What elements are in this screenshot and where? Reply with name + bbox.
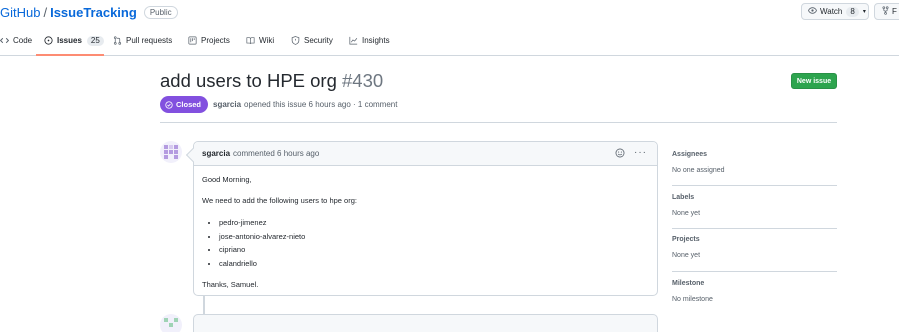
new-issue-button[interactable]: New issue bbox=[791, 73, 837, 89]
watch-button[interactable]: Watch 8 ▾ bbox=[801, 3, 869, 20]
watch-label: Watch bbox=[820, 7, 843, 16]
eye-icon bbox=[808, 7, 817, 16]
fork-label: F bbox=[892, 7, 897, 16]
list-item: jose-antonio-alvarez-nieto bbox=[219, 230, 649, 244]
comment-author-link[interactable]: sgarcia bbox=[202, 149, 230, 158]
sidebar-value: None yet bbox=[672, 252, 701, 259]
user-list: pedro-jimenez jose-antonio-alvarez-nieto… bbox=[202, 216, 649, 270]
shield-icon bbox=[291, 36, 300, 45]
header-divider bbox=[160, 122, 837, 123]
list-item: calandriello bbox=[219, 257, 649, 271]
sidebar-heading: Milestone bbox=[672, 280, 705, 287]
sidebar-milestone[interactable]: Milestone No milestone bbox=[672, 280, 837, 303]
sidebar-labels[interactable]: Labels None yet bbox=[672, 194, 837, 217]
tab-label: Security bbox=[304, 36, 333, 45]
repo-name-link[interactable]: IssueTracking bbox=[50, 5, 137, 20]
book-icon bbox=[246, 36, 255, 45]
issue-meta: Closed sgarcia opened this issue 6 hours… bbox=[160, 96, 397, 113]
issue-summary: opened this issue 6 hours ago · 1 commen… bbox=[244, 100, 398, 109]
smiley-icon[interactable] bbox=[615, 148, 625, 158]
issues-count: 25 bbox=[86, 36, 104, 46]
closed-issue-icon bbox=[165, 100, 173, 109]
timeline-line bbox=[203, 296, 205, 314]
fork-button[interactable]: F bbox=[874, 3, 899, 20]
sidebar-assignees[interactable]: Assignees No one assigned bbox=[672, 151, 837, 174]
issue-author-link[interactable]: sgarcia bbox=[213, 100, 241, 109]
repo-title: GitHub / IssueTracking Public bbox=[0, 4, 178, 20]
tab-wiki[interactable]: Wiki bbox=[246, 31, 276, 56]
issue-title: add users to HPE org #430 bbox=[160, 70, 383, 92]
tab-issues[interactable]: Issues 25 bbox=[36, 31, 104, 56]
avatar[interactable] bbox=[160, 314, 182, 332]
list-item: pedro-jimenez bbox=[219, 216, 649, 230]
list-item: cipriano bbox=[219, 243, 649, 257]
state-badge: Closed bbox=[160, 96, 209, 113]
kebab-menu-icon[interactable]: ··· bbox=[634, 148, 647, 158]
repo-owner-link[interactable]: GitHub bbox=[0, 5, 40, 20]
comment-actions: ··· bbox=[615, 148, 647, 158]
tab-label: Insights bbox=[362, 36, 390, 45]
code-icon bbox=[0, 36, 9, 45]
issue-comment: sgarcia commented 6 hours ago ··· Good M… bbox=[193, 141, 658, 296]
tab-insights[interactable]: Insights bbox=[349, 31, 393, 56]
pull-request-icon bbox=[113, 36, 122, 45]
visibility-badge: Public bbox=[143, 5, 178, 19]
tab-label: Projects bbox=[201, 36, 230, 45]
sidebar-value: None yet bbox=[672, 210, 701, 217]
tab-security[interactable]: Security bbox=[291, 31, 335, 56]
graph-icon bbox=[349, 36, 358, 45]
timeline-event bbox=[193, 314, 658, 332]
sidebar-divider bbox=[672, 271, 837, 272]
tab-projects[interactable]: Projects bbox=[188, 31, 230, 56]
repo-separator: / bbox=[43, 4, 48, 20]
sidebar-divider bbox=[672, 228, 837, 229]
comment-signoff: Thanks, Samuel. bbox=[202, 280, 259, 289]
issue-number: #430 bbox=[342, 70, 384, 91]
sidebar-heading: Projects bbox=[672, 236, 700, 243]
sidebar-divider bbox=[672, 185, 837, 186]
issue-icon bbox=[44, 36, 53, 45]
tab-label: Pull requests bbox=[126, 36, 173, 45]
comment-greeting: Good Morning, bbox=[202, 175, 252, 184]
fork-icon bbox=[882, 6, 889, 17]
sidebar-heading: Assignees bbox=[672, 151, 708, 158]
comment-header: sgarcia commented 6 hours ago ··· bbox=[194, 142, 657, 166]
tab-label: Issues bbox=[57, 36, 82, 45]
project-icon bbox=[188, 36, 197, 45]
tab-label: Code bbox=[13, 36, 33, 45]
sidebar-value: No milestone bbox=[672, 296, 713, 303]
issue-title-text: add users to HPE org bbox=[160, 70, 337, 91]
sidebar-value: No one assigned bbox=[672, 167, 725, 174]
sidebar-heading: Labels bbox=[672, 194, 695, 201]
sidebar-projects[interactable]: Projects None yet bbox=[672, 236, 837, 259]
tab-label: Wiki bbox=[259, 36, 275, 45]
watch-count: 8 bbox=[846, 6, 859, 17]
tab-code[interactable]: Code bbox=[0, 31, 33, 56]
state-label: Closed bbox=[176, 100, 202, 109]
tab-pull-requests[interactable]: Pull requests bbox=[113, 31, 181, 56]
comment-intro: We need to add the following users to hp… bbox=[202, 196, 357, 205]
avatar[interactable] bbox=[160, 141, 182, 163]
comment-body: Good Morning, We need to add the followi… bbox=[194, 166, 657, 308]
chevron-down-icon: ▾ bbox=[862, 9, 866, 15]
comment-time[interactable]: commented 6 hours ago bbox=[233, 149, 319, 158]
repo-header: GitHub / IssueTracking Public Watch 8 ▾ … bbox=[0, 0, 899, 56]
